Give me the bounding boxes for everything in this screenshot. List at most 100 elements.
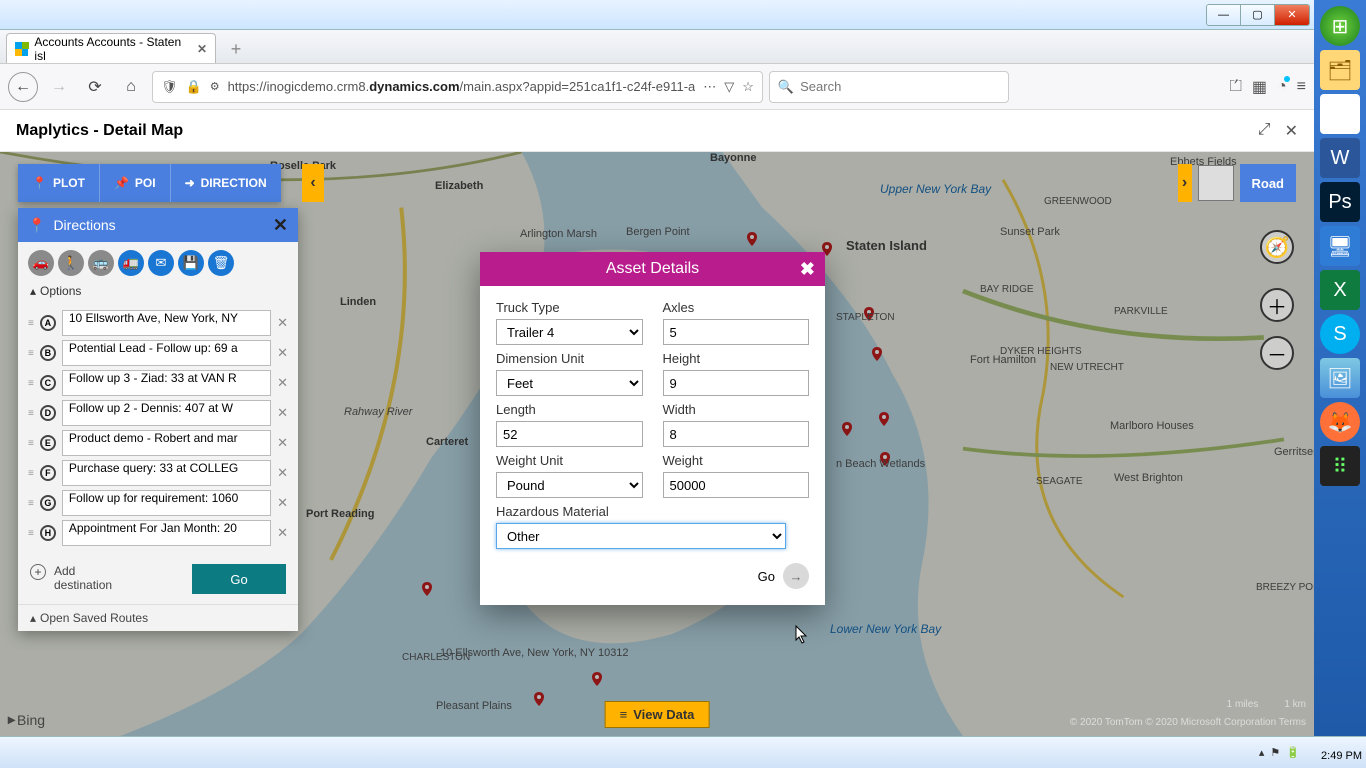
window-minimize[interactable]: — <box>1207 5 1241 25</box>
tray-chevron-icon[interactable]: ▴ <box>1259 746 1265 759</box>
height-input[interactable] <box>663 370 810 396</box>
sidebar-icon[interactable]: ▦ <box>1252 77 1267 97</box>
url-bar[interactable]: 🛡 🔒 ⚙ https://inogicdemo.crm8.dynamics.c… <box>152 71 763 103</box>
width-input[interactable] <box>663 421 810 447</box>
waypoint-input[interactable]: Purchase query: 33 at COLLEG <box>62 460 271 486</box>
explorer-icon[interactable]: 🗂 <box>1320 50 1360 90</box>
directions-go-button[interactable]: Go <box>192 564 286 594</box>
drag-icon[interactable]: ≡ <box>28 498 34 509</box>
drag-icon[interactable]: ≡ <box>28 378 34 389</box>
delete-route-icon[interactable]: 🗑 <box>208 250 234 276</box>
tab-close-icon[interactable]: ✕ <box>197 42 207 56</box>
save-route-icon[interactable]: 💾 <box>178 250 204 276</box>
drag-icon[interactable]: ≡ <box>28 438 34 449</box>
truck-type-select[interactable]: Trailer 4 <box>496 319 643 345</box>
mode-transit-icon[interactable]: 🚌 <box>88 250 114 276</box>
locate-button[interactable]: 🧭 <box>1260 230 1294 264</box>
mode-walk-icon[interactable]: 🚶 <box>58 250 84 276</box>
waypoint-remove-icon[interactable]: ✕ <box>277 465 288 481</box>
taskbar-clock[interactable]: 2:49 PM <box>1321 750 1362 762</box>
tray-flag-icon[interactable]: ⚑ <box>1270 746 1280 759</box>
hazmat-select[interactable]: Other <box>496 523 786 549</box>
modal-close-icon[interactable]: ✖ <box>800 259 815 280</box>
plot-button[interactable]: 📍PLOT <box>18 164 100 202</box>
home-button[interactable]: ⌂ <box>116 72 146 102</box>
drag-icon[interactable]: ≡ <box>28 318 34 329</box>
map-canvas[interactable]: Roselle Park Elizabeth Bayonne Bergen Po… <box>0 152 1314 736</box>
waypoint-remove-icon[interactable]: ✕ <box>277 525 288 541</box>
add-destination-label[interactable]: Add destination <box>54 564 134 592</box>
drag-icon[interactable]: ≡ <box>28 468 34 479</box>
road-style-button[interactable]: Road <box>1240 164 1297 202</box>
url-more-icon[interactable]: ⋯ <box>703 79 716 95</box>
toolbar-collapse-button[interactable]: ‹ <box>302 164 324 202</box>
waypoint-input[interactable]: Appointment For Jan Month: 20 <box>62 520 271 546</box>
direction-button[interactable]: ➜DIRECTION <box>171 164 281 202</box>
skype-icon[interactable]: S <box>1320 314 1360 354</box>
app-icon[interactable]: ⠿ <box>1320 446 1360 486</box>
drag-icon[interactable]: ≡ <box>28 348 34 359</box>
forward-button[interactable]: → <box>44 72 74 102</box>
view-data-button[interactable]: ≡ View Data <box>605 701 710 728</box>
tray-battery-icon[interactable]: 🔋 <box>1286 746 1300 759</box>
bing-logo: ▸Bing <box>8 711 45 728</box>
waypoint-input[interactable]: Follow up 3 - Ziad: 33 at VAN R <box>62 370 271 396</box>
browser-tab[interactable]: Accounts Accounts - Staten isl ✕ <box>6 33 216 63</box>
waypoint-marker: E <box>40 435 56 451</box>
zoom-in-button[interactable]: ＋ <box>1260 288 1294 322</box>
directions-close-icon[interactable]: ✕ <box>273 215 288 236</box>
back-button[interactable]: ← <box>8 72 38 102</box>
waypoint-remove-icon[interactable]: ✕ <box>277 405 288 421</box>
poi-button[interactable]: 📌POI <box>100 164 171 202</box>
popout-icon[interactable]: ⤢ <box>1258 121 1271 141</box>
waypoint-remove-icon[interactable]: ✕ <box>277 435 288 451</box>
road-prev-button[interactable]: › <box>1178 164 1192 202</box>
mode-truck-icon[interactable]: 🚛 <box>118 250 144 276</box>
open-saved-routes[interactable]: ▴ Open Saved Routes <box>18 604 298 631</box>
reload-button[interactable]: ⟳ <box>80 72 110 102</box>
waypoint-remove-icon[interactable]: ✕ <box>277 345 288 361</box>
remote-icon[interactable]: 🖥 <box>1320 226 1360 266</box>
photos-icon[interactable]: 🖼 <box>1320 358 1360 398</box>
weight-input[interactable] <box>663 472 810 498</box>
waypoint-input[interactable]: Potential Lead - Follow up: 69 a <box>62 340 271 366</box>
menu-icon[interactable]: ≡ <box>1297 78 1306 96</box>
add-destination-icon[interactable]: + <box>30 564 46 580</box>
excel-icon[interactable]: X <box>1320 270 1360 310</box>
waypoint-remove-icon[interactable]: ✕ <box>277 375 288 391</box>
length-input[interactable] <box>496 421 643 447</box>
page-close-icon[interactable]: ✕ <box>1285 121 1298 141</box>
new-tab-button[interactable]: + <box>222 35 250 63</box>
waypoint-input[interactable]: Follow up for requirement: 1060 <box>62 490 271 516</box>
axles-input[interactable] <box>663 319 810 345</box>
waypoint-input[interactable]: 10 Ellsworth Ave, New York, NY <box>62 310 271 336</box>
firefox-icon[interactable]: 🦊 <box>1320 402 1360 442</box>
dimension-unit-select[interactable]: Feet <box>496 370 643 396</box>
drag-icon[interactable]: ≡ <box>28 408 34 419</box>
waypoint-marker: G <box>40 495 56 511</box>
window-maximize[interactable]: ▢ <box>1241 5 1275 25</box>
window-close[interactable]: ✕ <box>1275 5 1309 25</box>
library-icon[interactable]: ⏍ <box>1230 78 1242 96</box>
reader-icon[interactable]: ▽ <box>724 79 734 95</box>
options-toggle[interactable]: ▴ Options <box>18 280 298 302</box>
account-icon[interactable]: ◔ <box>1277 78 1287 96</box>
waypoint-remove-icon[interactable]: ✕ <box>277 495 288 511</box>
waypoint-input[interactable]: Follow up 2 - Dennis: 407 at W <box>62 400 271 426</box>
drag-icon[interactable]: ≡ <box>28 528 34 539</box>
mail-route-icon[interactable]: ✉ <box>148 250 174 276</box>
weight-unit-select[interactable]: Pound <box>496 472 643 498</box>
waypoint-input[interactable]: Product demo - Robert and mar <box>62 430 271 456</box>
bookmark-icon[interactable]: ☆ <box>742 79 754 95</box>
chrome-icon[interactable]: ◯ <box>1320 94 1360 134</box>
search-bar[interactable]: 🔍 Search <box>769 71 1009 103</box>
waypoint-marker: H <box>40 525 56 541</box>
modal-go-button[interactable]: → <box>783 563 809 589</box>
word-icon[interactable]: W <box>1320 138 1360 178</box>
mode-car-icon[interactable]: 🚗 <box>28 250 54 276</box>
road-thumbnail[interactable] <box>1198 165 1234 201</box>
start-orb-icon[interactable]: ⊞ <box>1320 6 1360 46</box>
zoom-out-button[interactable]: － <box>1260 336 1294 370</box>
photoshop-icon[interactable]: Ps <box>1320 182 1360 222</box>
waypoint-remove-icon[interactable]: ✕ <box>277 315 288 331</box>
